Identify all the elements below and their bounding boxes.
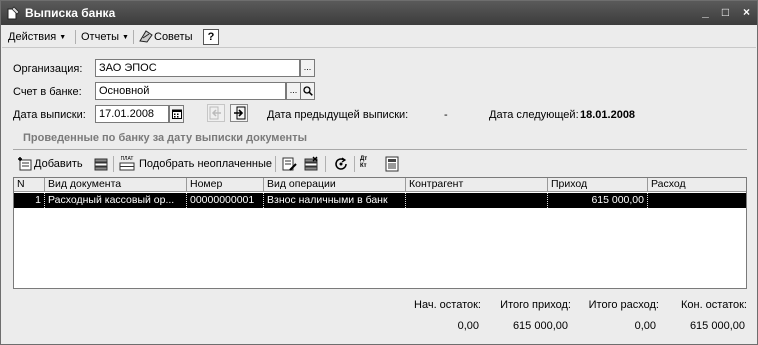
journal-icon: [385, 156, 399, 172]
edit-row-icon: [282, 157, 297, 171]
window-title: Выписка банка: [25, 6, 116, 20]
reports-menu-label: Отчеты: [81, 31, 120, 43]
column-header-doc-type[interactable]: Вид документа: [45, 178, 187, 192]
pick-unpaid-icon[interactable]: ПЛАТ: [119, 156, 135, 172]
column-header-n[interactable]: N: [14, 178, 45, 192]
tips-label: Советы: [154, 31, 193, 43]
total-income-value: 615 000,00: [512, 320, 568, 332]
next-statement-button[interactable]: [230, 104, 248, 122]
delete-row-icon: [304, 156, 318, 171]
end-balance-label: Кон. остаток:: [680, 299, 747, 311]
table-toolbar: Добавить ПЛАТ Подобрать неоплаченные Дт …: [13, 153, 747, 175]
pick-unpaid-button[interactable]: Подобрать неоплаченные: [139, 157, 272, 171]
bank-statement-window: Выписка банка _ □ × Действия ▼ Отчеты ▼ Со…: [0, 0, 758, 345]
cell-number: 00000000001: [187, 193, 264, 208]
tips-button[interactable]: Советы: [138, 29, 192, 45]
cell-income: 615 000,00: [548, 193, 648, 208]
maximize-button[interactable]: □: [717, 5, 734, 21]
organization-label: Организация:: [13, 63, 83, 75]
column-header-operation[interactable]: Вид операции: [264, 178, 406, 192]
start-balance-label: Нач. остаток:: [414, 299, 481, 311]
toolbar-separator: [325, 156, 326, 172]
add-button[interactable]: [17, 156, 33, 172]
actions-menu[interactable]: Действия ▼: [8, 29, 66, 45]
cell-expense: [648, 193, 746, 208]
statement-date-label: Дата выписки:: [13, 109, 86, 121]
table-row[interactable]: 1 Расходный кассовый ор... 00000000001 В…: [14, 193, 746, 208]
toolbar-separator: [113, 156, 114, 172]
chevron-down-icon: ▼: [59, 34, 67, 41]
copy-row-button[interactable]: [93, 156, 109, 172]
documents-table[interactable]: N Вид документа Номер Вид операции Контр…: [13, 177, 747, 289]
column-header-income[interactable]: Приход: [548, 178, 648, 192]
organization-field[interactable]: ЗАО ЭПОС: [95, 59, 300, 77]
chevron-down-icon: ▼: [122, 34, 129, 41]
toolbar-separator: [275, 156, 276, 172]
actions-menu-label: Действия: [8, 31, 57, 43]
previous-statement-button[interactable]: [207, 104, 225, 122]
end-balance-value: 615 000,00: [689, 320, 745, 332]
menu-separator: [75, 30, 76, 44]
calendar-icon: [171, 109, 182, 119]
total-expense-value: 0,00: [634, 320, 656, 332]
journal-button[interactable]: [384, 156, 400, 172]
copy-row-icon: [94, 158, 108, 171]
bank-account-open-button[interactable]: [300, 82, 315, 100]
refresh-icon: [335, 157, 347, 170]
delete-row-button[interactable]: [303, 156, 319, 172]
total-income-label: Итого приход:: [500, 299, 571, 311]
organization-select-button[interactable]: ...: [300, 59, 315, 77]
bank-account-label: Счет в банке:: [13, 86, 82, 98]
minimize-button[interactable]: _: [697, 5, 714, 21]
help-button[interactable]: ?: [203, 29, 219, 45]
column-header-expense[interactable]: Расход: [648, 178, 746, 192]
add-button-label[interactable]: Добавить: [34, 157, 83, 171]
search-icon: [302, 86, 313, 96]
command-bar: Действия ▼ Отчеты ▼ Советы ?: [2, 26, 756, 48]
toolbar-separator: [354, 156, 355, 172]
table-header: N Вид документа Номер Вид операции Контр…: [14, 178, 746, 192]
add-icon: [18, 157, 32, 171]
calendar-button[interactable]: [169, 105, 184, 123]
next-statement-date-value: 18.01.2008: [580, 109, 636, 121]
cell-doc-type: Расходный кассовый ор...: [45, 193, 187, 208]
start-balance-value: 0,00: [457, 320, 479, 332]
dt-kt-button[interactable]: Дт Кт: [360, 156, 376, 172]
close-button[interactable]: ×: [738, 5, 755, 21]
documents-section-caption: Проведенные по банку за дату выписки док…: [23, 132, 307, 144]
cell-n: 1: [14, 193, 45, 208]
next-statement-date-label: Дата следующей:: [489, 109, 579, 121]
cell-counterparty: [406, 193, 548, 208]
arrow-right-icon: [234, 106, 246, 120]
previous-statement-date-label: Дата предыдущей выписки:: [267, 109, 409, 121]
title-bar: Выписка банка _ □ ×: [1, 1, 757, 25]
pick-grid-icon: [119, 162, 135, 171]
refresh-button[interactable]: [333, 156, 349, 172]
total-expense-label: Итого расход:: [588, 299, 659, 311]
column-header-counterparty[interactable]: Контрагент: [406, 178, 548, 192]
edit-row-button[interactable]: [281, 156, 297, 172]
bank-account-select-button[interactable]: ...: [286, 82, 301, 100]
tips-icon: [139, 30, 153, 43]
section-divider: [13, 149, 747, 150]
cell-operation: Взнос наличными в банк: [264, 193, 406, 208]
previous-statement-date-value: -: [444, 109, 448, 121]
arrow-left-icon: [209, 106, 221, 120]
menu-separator: [133, 30, 134, 44]
statement-date-field[interactable]: 17.01.2008: [95, 105, 169, 123]
column-header-number[interactable]: Номер: [187, 178, 264, 192]
bank-account-field[interactable]: Основной: [95, 82, 286, 100]
document-icon: [7, 6, 20, 20]
reports-menu[interactable]: Отчеты ▼: [81, 29, 129, 45]
